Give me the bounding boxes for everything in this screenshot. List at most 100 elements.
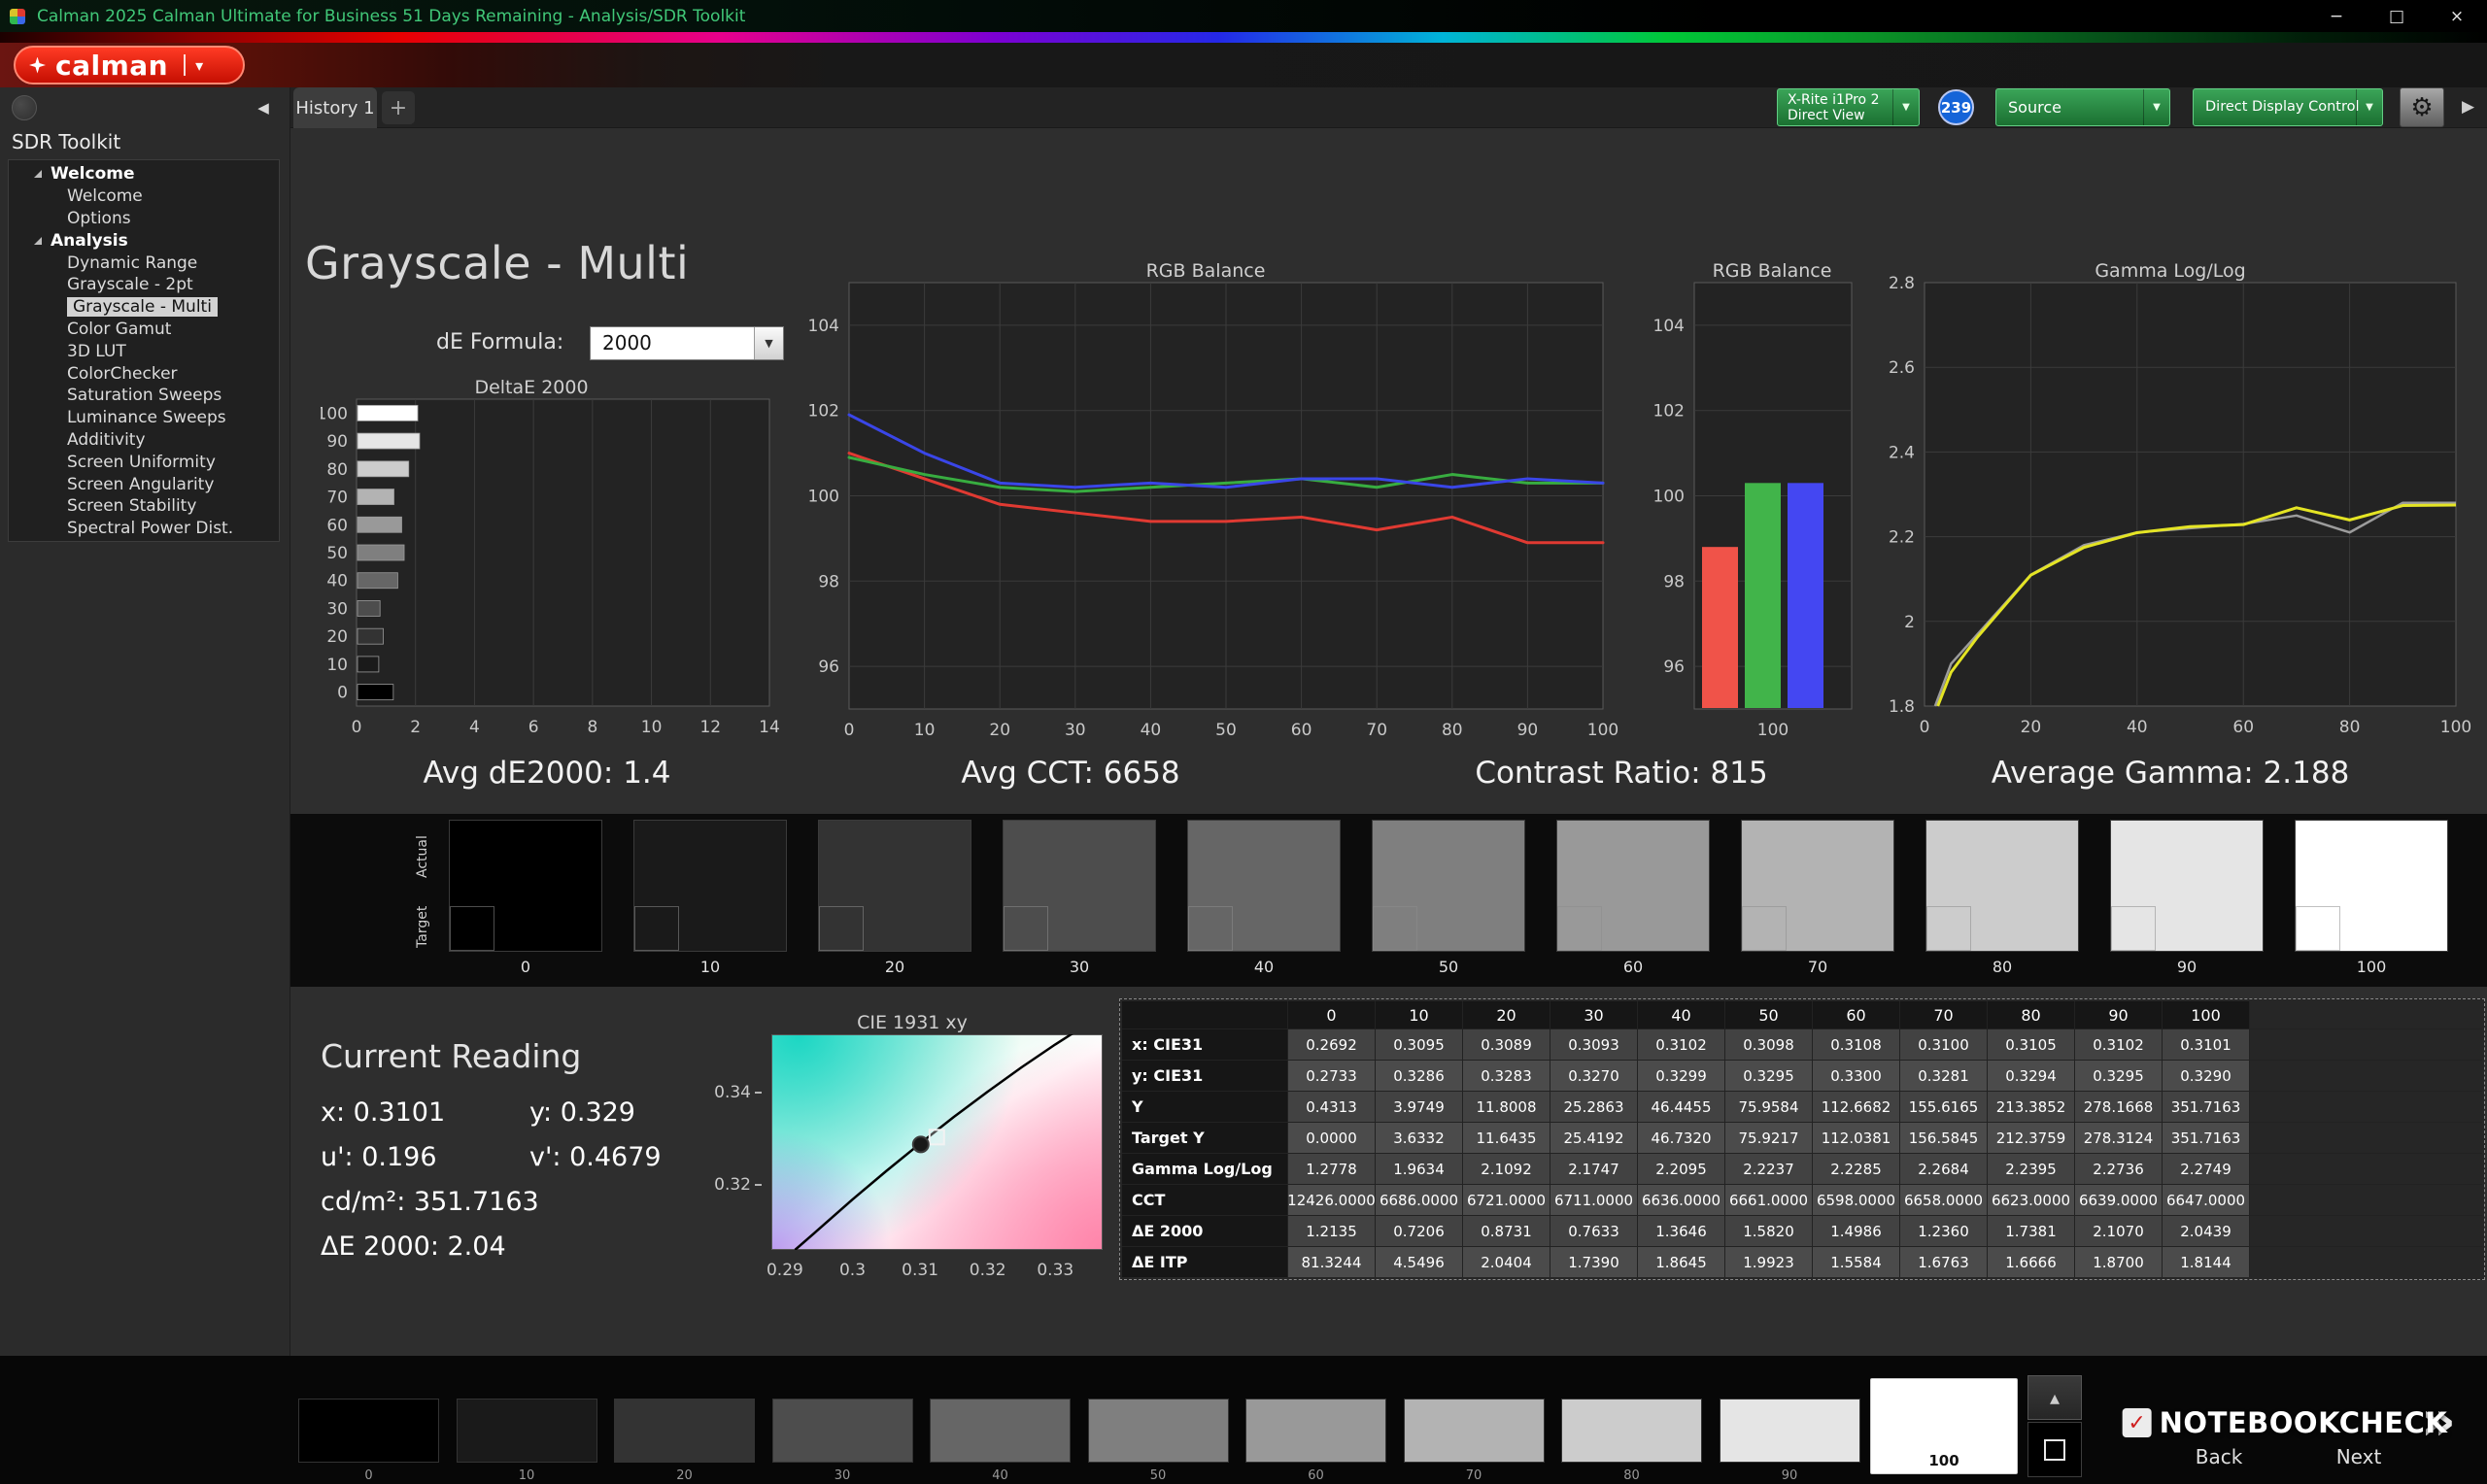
add-tab-button[interactable]: +	[382, 91, 415, 124]
sidebar-item-additivity[interactable]: Additivity	[9, 429, 279, 452]
table-col-header: 80	[1988, 1001, 2074, 1029]
cie-x-tick-label: 0.32	[959, 1261, 1017, 1280]
svg-text:104: 104	[1653, 317, 1685, 336]
table-value: 2.2395	[1988, 1154, 2074, 1184]
svg-text:96: 96	[1663, 658, 1685, 677]
home-circle-button[interactable]	[12, 95, 37, 120]
gray-level-button-0[interactable]	[298, 1399, 439, 1463]
sidebar-item-screen-angularity[interactable]: Screen Angularity	[9, 473, 279, 495]
display-control-dropdown[interactable]: Direct Display Control ▼	[2193, 88, 2383, 126]
pattern-window-button[interactable]	[2027, 1422, 2082, 1477]
gray-level-button-70[interactable]	[1404, 1399, 1545, 1463]
target-patch	[1557, 906, 1602, 951]
sidebar-item-grayscale-multi[interactable]: Grayscale - Multi	[9, 296, 279, 319]
expander-icon[interactable]	[34, 237, 42, 245]
sidebar-item-label: Analysis	[51, 231, 128, 251]
calman-menu-button[interactable]: calman ▾	[14, 46, 245, 84]
reading-x: x: 0.3101	[321, 1097, 445, 1128]
expander-icon[interactable]	[34, 170, 42, 178]
gray-swatch-100	[2295, 820, 2448, 952]
gray-level-button-20[interactable]	[614, 1399, 755, 1463]
table-value: 156.5845	[1900, 1123, 1987, 1153]
meter-dropdown[interactable]: X-Rite i1Pro 2 Direct View ▼	[1777, 88, 1920, 126]
gray-level-button-90[interactable]	[1720, 1399, 1860, 1463]
sidebar-item-grayscale-2pt[interactable]: Grayscale - 2pt	[9, 274, 279, 296]
gray-level-button-60[interactable]	[1245, 1399, 1386, 1463]
cie-x-tick-label: 0.3	[824, 1261, 882, 1280]
sidebar-item-welcome[interactable]: Welcome	[9, 186, 279, 208]
minimize-button[interactable]: −	[2306, 0, 2367, 32]
sidebar-item-label: Grayscale - 2pt	[67, 275, 193, 294]
settings-gear-button[interactable]: ⚙	[2400, 87, 2444, 127]
cie-y-tick-label: 0.32	[703, 1175, 762, 1195]
close-button[interactable]: ×	[2427, 0, 2487, 32]
table-value: 2.2684	[1900, 1154, 1987, 1184]
gray-level-button-80[interactable]	[1561, 1399, 1702, 1463]
sidebar-item-screen-uniformity[interactable]: Screen Uniformity	[9, 451, 279, 473]
back-button[interactable]: Back	[2196, 1445, 2243, 1468]
table-row-label: Target Y	[1122, 1123, 1287, 1153]
check-icon: ✓	[2128, 1411, 2145, 1435]
gray-level-button-40[interactable]	[930, 1399, 1071, 1463]
table-row-label: Gamma Log/Log	[1122, 1154, 1287, 1184]
calman-logo-text: calman	[55, 50, 168, 82]
gray-level-button-10[interactable]	[457, 1399, 597, 1463]
reading-u: u': 0.196	[321, 1142, 437, 1172]
table-filler	[2250, 1185, 2482, 1215]
sidebar-item-spectral-power-dist-[interactable]: Spectral Power Dist.	[9, 518, 279, 540]
cie-chart	[771, 1034, 1103, 1250]
table-value: 6647.0000	[2163, 1185, 2249, 1215]
gray-level-button-30[interactable]	[772, 1399, 913, 1463]
swatch-level-label: 40	[1187, 958, 1341, 976]
maximize-button[interactable]: □	[2367, 0, 2427, 32]
next-button[interactable]: Next	[2336, 1445, 2382, 1468]
table-value: 25.4192	[1550, 1123, 1637, 1153]
sidebar-item-screen-stability[interactable]: Screen Stability	[9, 495, 279, 518]
table-value: 1.2360	[1900, 1216, 1987, 1246]
sidebar-item-saturation-sweeps[interactable]: Saturation Sweeps	[9, 385, 279, 407]
tab-history-1[interactable]: History 1	[293, 87, 377, 128]
table-corner	[1122, 1001, 1287, 1029]
table-value: 6639.0000	[2075, 1185, 2162, 1215]
table-value: 6686.0000	[1376, 1185, 1462, 1215]
table-value: 6623.0000	[1988, 1185, 2074, 1215]
sidebar-item-luminance-sweeps[interactable]: Luminance Sweeps	[9, 407, 279, 429]
table-value: 213.3852	[1988, 1092, 2074, 1122]
reading-luminance: cd/m²: 351.7163	[321, 1187, 539, 1217]
sidebar-item-color-gamut[interactable]: Color Gamut	[9, 319, 279, 341]
sidebar-item-3d-lut[interactable]: 3D LUT	[9, 340, 279, 362]
panel-expand-button[interactable]: ▶	[2462, 97, 2474, 117]
de-formula-dropdown[interactable]: 2000 ▼	[590, 326, 784, 360]
gray-level-button-50[interactable]	[1088, 1399, 1229, 1463]
svg-text:102: 102	[1653, 402, 1685, 422]
table-value: 0.0000	[1288, 1123, 1375, 1153]
table-value: 6636.0000	[1638, 1185, 1724, 1215]
source-dropdown[interactable]: Source ▼	[1995, 88, 2170, 126]
sidebar-item-options[interactable]: Options	[9, 208, 279, 230]
window-controls: − □ ×	[2306, 0, 2487, 32]
sidebar-item-welcome[interactable]: Welcome	[9, 163, 279, 186]
tab-label: History 1	[295, 98, 374, 118]
table-col-header: 40	[1638, 1001, 1724, 1029]
calman-star-icon	[29, 57, 46, 74]
table-value: 46.4455	[1638, 1092, 1724, 1122]
chevron-down-icon: ▼	[2356, 89, 2382, 125]
table-value: 1.9634	[1376, 1154, 1462, 1184]
table-value: 2.2749	[2163, 1154, 2249, 1184]
table-row-label: ΔE 2000	[1122, 1216, 1287, 1246]
sidebar-item-dynamic-range[interactable]: Dynamic Range	[9, 252, 279, 274]
svg-text:10: 10	[914, 721, 936, 740]
pattern-up-button[interactable]: ▴	[2027, 1375, 2082, 1420]
stat-avg-de2000: Avg dE2000: 1.4	[423, 756, 670, 791]
watermark-text: NOTEBOOKCHECK	[2160, 1406, 2448, 1439]
svg-text:50: 50	[326, 544, 348, 563]
target-patch	[2111, 906, 2156, 951]
sidebar-collapse-button[interactable]: ◀	[249, 95, 278, 120]
table-filler	[2250, 1123, 2482, 1153]
table-value: 3.9749	[1376, 1092, 1462, 1122]
sidebar-item-analysis[interactable]: Analysis	[9, 229, 279, 252]
sidebar-item-colorchecker[interactable]: ColorChecker	[9, 362, 279, 385]
table-value: 0.3101	[2163, 1029, 2249, 1060]
svg-text:30: 30	[1065, 721, 1086, 740]
gray-level-button-100[interactable]: 100	[1870, 1378, 2018, 1474]
